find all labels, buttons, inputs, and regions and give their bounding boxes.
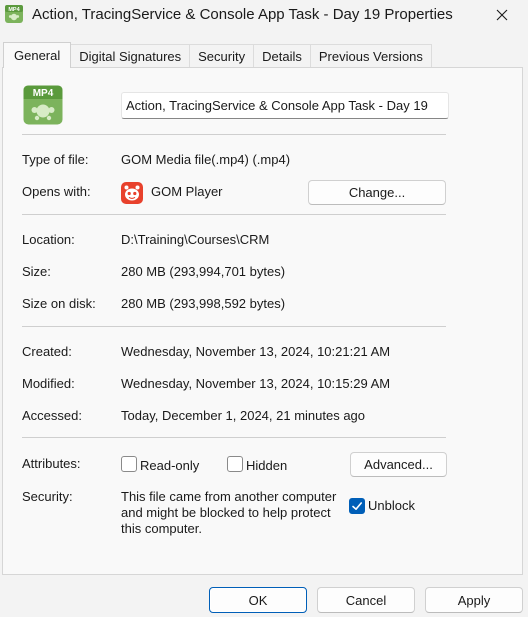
general-panel: MP4 Type of file: GOM Media file(.mp4) (…: [2, 67, 523, 575]
unblock-checkbox[interactable]: [349, 498, 365, 514]
size-label: Size:: [22, 264, 51, 279]
attributes-label: Attributes:: [22, 456, 81, 471]
tab-details[interactable]: Details: [254, 44, 311, 68]
ok-button[interactable]: OK: [209, 587, 307, 613]
opens-with-app: GOM Player: [151, 184, 223, 199]
cancel-button[interactable]: Cancel: [317, 587, 415, 613]
hidden-checkbox[interactable]: [227, 456, 243, 472]
location-value: D:\Training\Courses\CRM: [121, 232, 270, 247]
security-warning-text: This file came from another computer and…: [121, 489, 337, 536]
close-icon[interactable]: [482, 1, 522, 29]
svg-text:MP4: MP4: [8, 7, 20, 13]
divider: [22, 326, 446, 327]
apply-button[interactable]: Apply: [425, 587, 523, 613]
size-on-disk-label: Size on disk:: [22, 296, 96, 311]
divider: [22, 437, 446, 438]
size-value: 280 MB (293,994,701 bytes): [121, 264, 286, 279]
tab-general[interactable]: General: [3, 42, 72, 68]
type-label: Type of file:: [22, 152, 89, 167]
security-label: Security:: [22, 489, 73, 504]
window-title: Action, TracingService & Console App Tas…: [32, 6, 453, 23]
location-label: Location:: [22, 232, 75, 247]
unblock-label: Unblock: [368, 498, 415, 513]
file-type-badge: MP4: [33, 88, 54, 99]
type-value: GOM Media file(.mp4) (.mp4): [121, 152, 291, 167]
accessed-label: Accessed:: [22, 408, 82, 423]
file-name-input[interactable]: [121, 92, 449, 119]
check-icon: [352, 502, 362, 510]
created-value: Wednesday, November 13, 2024, 10:21:21 A…: [121, 344, 391, 359]
hidden-label: Hidden: [246, 458, 288, 473]
readonly-checkbox[interactable]: [121, 456, 137, 472]
gom-player-icon: [121, 182, 143, 204]
modified-value: Wednesday, November 13, 2024, 10:15:29 A…: [121, 376, 391, 391]
title-bar: MP4 Action, TracingService & Console App…: [0, 0, 528, 32]
tab-digital-signatures[interactable]: Digital Signatures: [71, 44, 191, 68]
tab-security[interactable]: Security: [190, 44, 255, 68]
divider: [22, 134, 446, 135]
readonly-label: Read-only: [140, 458, 200, 473]
accessed-value: Today, December 1, 2024, 21 minutes ago: [121, 408, 366, 423]
size-on-disk-value: 280 MB (293,998,592 bytes): [121, 296, 286, 311]
mp4-file-icon: MP4: [23, 85, 63, 125]
tab-previous-versions[interactable]: Previous Versions: [310, 44, 432, 68]
modified-label: Modified:: [22, 376, 75, 391]
advanced-button[interactable]: Advanced...: [350, 452, 447, 477]
opens-with-label: Opens with:: [22, 184, 91, 199]
tab-strip: General Digital Signatures Security Deta…: [3, 42, 432, 68]
created-label: Created:: [22, 344, 72, 359]
change-button[interactable]: Change...: [308, 180, 446, 205]
divider: [22, 214, 446, 215]
mp4-file-icon: MP4: [4, 4, 24, 24]
